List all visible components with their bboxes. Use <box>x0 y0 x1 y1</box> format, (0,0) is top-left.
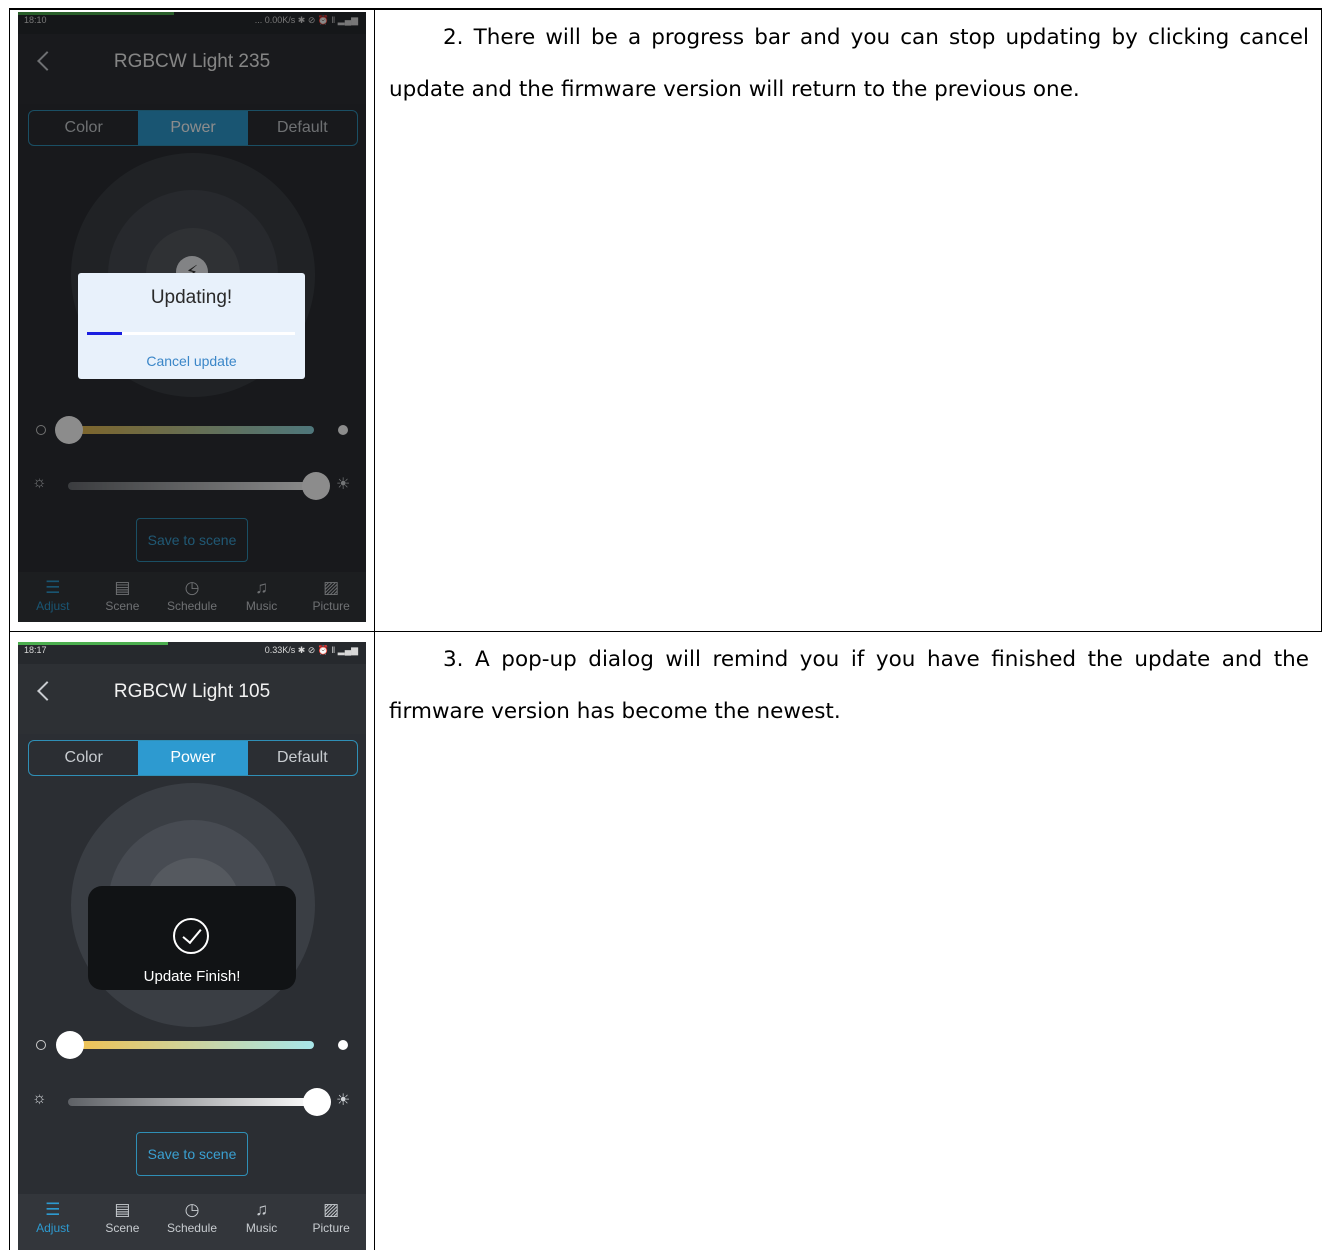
nav-schedule[interactable]: ◷ Schedule <box>157 1194 227 1250</box>
save-to-scene-button[interactable]: Save to scene <box>136 1132 248 1176</box>
brightness-knob[interactable] <box>302 472 330 500</box>
color-temp-track[interactable] <box>68 426 314 434</box>
app-header: RGBCW Light 235 <box>18 34 366 104</box>
tab-power[interactable]: Power <box>138 741 248 775</box>
brightness-track[interactable] <box>68 1098 318 1106</box>
nav-scene[interactable]: ▤ Scene <box>88 572 158 622</box>
tab-power[interactable]: Power <box>138 111 248 145</box>
status-icons: ... 0.00K/s ✱ ⊘ ⏰ ‖ ▂▄▆ <box>254 15 358 25</box>
warm-dot-icon <box>338 1040 348 1050</box>
color-temp-knob[interactable] <box>56 1031 84 1059</box>
update-finish-toast: Update Finish! <box>88 886 296 990</box>
clock-icon: ◷ <box>184 578 200 597</box>
nav-scene[interactable]: ▤ Scene <box>88 1194 158 1250</box>
update-progress-fill <box>87 332 123 335</box>
warm-dot-icon <box>338 425 348 435</box>
device-title: RGBCW Light 105 <box>113 681 271 702</box>
brightness-low-icon: ☼ <box>32 1090 47 1107</box>
nav-music[interactable]: ♫ Music <box>227 1194 297 1250</box>
app-header: RGBCW Light 105 <box>18 664 366 734</box>
table-left-border <box>9 10 10 1250</box>
picture-icon: ▨ <box>323 1200 340 1219</box>
nav-picture[interactable]: ▨ Picture <box>296 1194 366 1250</box>
brightness-high-icon: ☀ <box>336 1092 351 1109</box>
bottom-nav: ☰ Adjust ▤ Scene ◷ Schedule ♫ Music ▨ Picture <box>18 572 366 622</box>
clapperboard-icon: ▤ <box>114 1200 131 1219</box>
updating-dialog: Updating! Cancel update <box>78 273 305 379</box>
status-icons: 0.33K/s ✱ ⊘ ⏰ ‖ ▂▄▆ <box>264 645 358 655</box>
status-bar: 18:17 0.33K/s ✱ ⊘ ⏰ ‖ ▂▄▆ <box>18 642 366 664</box>
device-title: RGBCW Light 235 <box>113 51 271 72</box>
sliders-icon: ☰ <box>45 578 61 597</box>
nav-adjust[interactable]: ☰ Adjust <box>18 572 88 622</box>
nav-picture[interactable]: ▨ Picture <box>296 572 366 622</box>
dialog-title: Updating! <box>150 287 233 308</box>
clapperboard-icon: ▤ <box>114 578 131 597</box>
clock-icon: ◷ <box>184 1200 200 1219</box>
bottom-nav: ☰ Adjust ▤ Scene ◷ Schedule ♫ Music ▨ Picture <box>18 1194 366 1250</box>
tab-color[interactable]: Color <box>29 111 138 145</box>
mode-tabs: Color Power Default <box>28 110 358 146</box>
sliders-icon: ☰ <box>45 1200 61 1219</box>
row-divider <box>9 631 1322 632</box>
nav-adjust[interactable]: ☰ Adjust <box>18 1194 88 1250</box>
nav-music[interactable]: ♫ Music <box>227 572 297 622</box>
brightness-track[interactable] <box>68 482 318 490</box>
status-time: 18:10 <box>24 15 47 25</box>
column-divider <box>374 10 375 1250</box>
tab-default[interactable]: Default <box>248 741 357 775</box>
status-time: 18:17 <box>24 645 47 655</box>
brightness-high-icon: ☀ <box>336 476 351 493</box>
step-3-description: 3. A pop-up dialog will remind you if yo… <box>389 647 1309 724</box>
picture-icon: ▨ <box>323 578 340 597</box>
mode-tabs: Color Power Default <box>28 740 358 776</box>
nav-schedule[interactable]: ◷ Schedule <box>157 572 227 622</box>
brightness-low-icon: ☼ <box>32 474 47 491</box>
toast-message: Update Finish! <box>143 968 241 985</box>
update-progress-bar <box>87 332 295 335</box>
cancel-update-button[interactable]: Cancel update <box>78 353 305 369</box>
color-temp-knob[interactable] <box>55 416 83 444</box>
brightness-knob[interactable] <box>303 1088 331 1116</box>
tab-color[interactable]: Color <box>29 741 138 775</box>
cool-dot-icon <box>36 425 46 435</box>
status-bar: 18:10 ... 0.00K/s ✱ ⊘ ⏰ ‖ ▂▄▆ <box>18 12 366 34</box>
cool-dot-icon <box>36 1040 46 1050</box>
tab-default[interactable]: Default <box>248 111 357 145</box>
step-2-description: 2. There will be a progress bar and you … <box>389 25 1309 102</box>
color-temp-track[interactable] <box>68 1041 314 1049</box>
music-note-icon: ♫ <box>255 578 268 597</box>
music-note-icon: ♫ <box>255 1200 268 1219</box>
save-to-scene-button[interactable]: Save to scene <box>136 518 248 562</box>
checkmark-icon <box>173 918 209 954</box>
